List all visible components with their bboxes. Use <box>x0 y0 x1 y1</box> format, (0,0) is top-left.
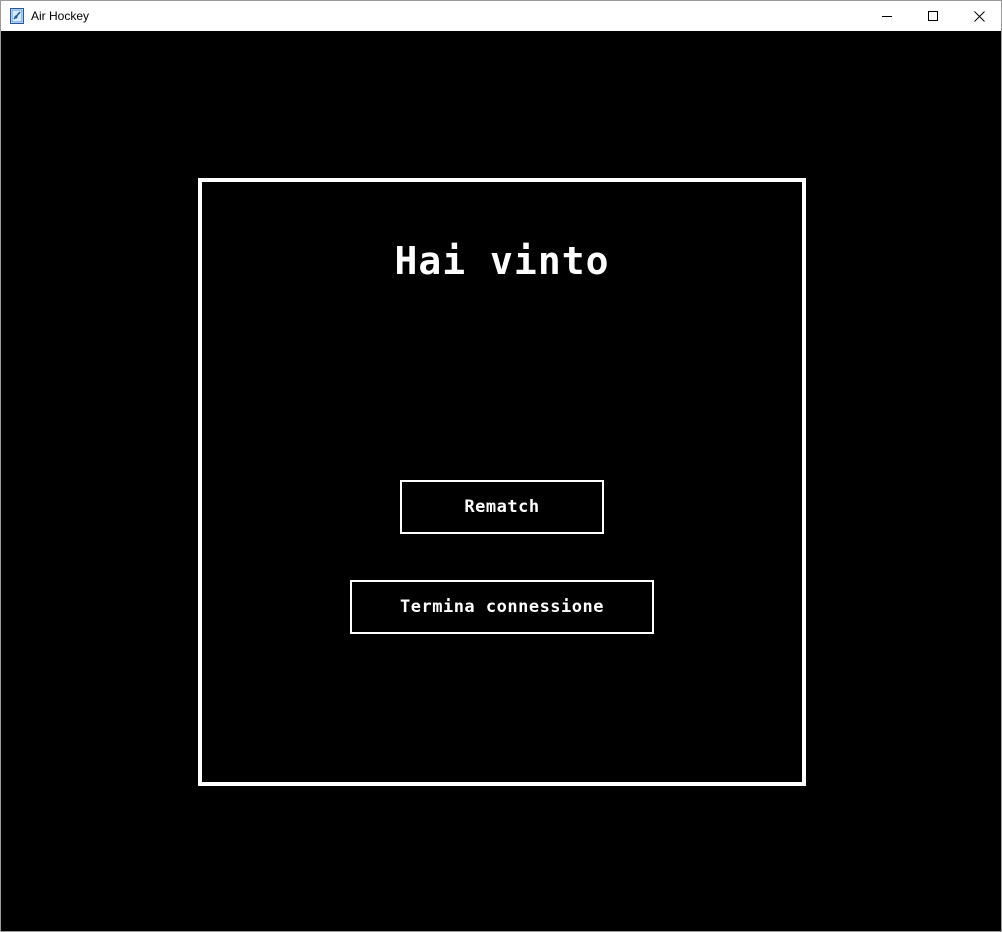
minimize-icon <box>882 11 892 21</box>
result-title: Hai vinto <box>394 239 610 283</box>
terminate-connection-button-label: Termina connessione <box>400 597 604 617</box>
window-title: Air Hockey <box>31 9 90 23</box>
app-window: Air Hockey Hai vinto Rematch Termina con… <box>0 0 1002 932</box>
close-icon <box>973 10 985 22</box>
game-canvas: Hai vinto Rematch Termina connessione <box>1 31 1001 931</box>
end-game-panel: Hai vinto Rematch Termina connessione <box>198 178 806 786</box>
close-button[interactable] <box>956 1 1002 31</box>
app-icon <box>10 8 24 24</box>
maximize-button[interactable] <box>910 1 956 31</box>
title-bar[interactable]: Air Hockey <box>1 1 1001 31</box>
minimize-button[interactable] <box>864 1 910 31</box>
terminate-connection-button[interactable]: Termina connessione <box>350 580 654 634</box>
maximize-icon <box>928 11 938 21</box>
rematch-button-label: Rematch <box>464 497 540 517</box>
rematch-button[interactable]: Rematch <box>400 480 604 534</box>
